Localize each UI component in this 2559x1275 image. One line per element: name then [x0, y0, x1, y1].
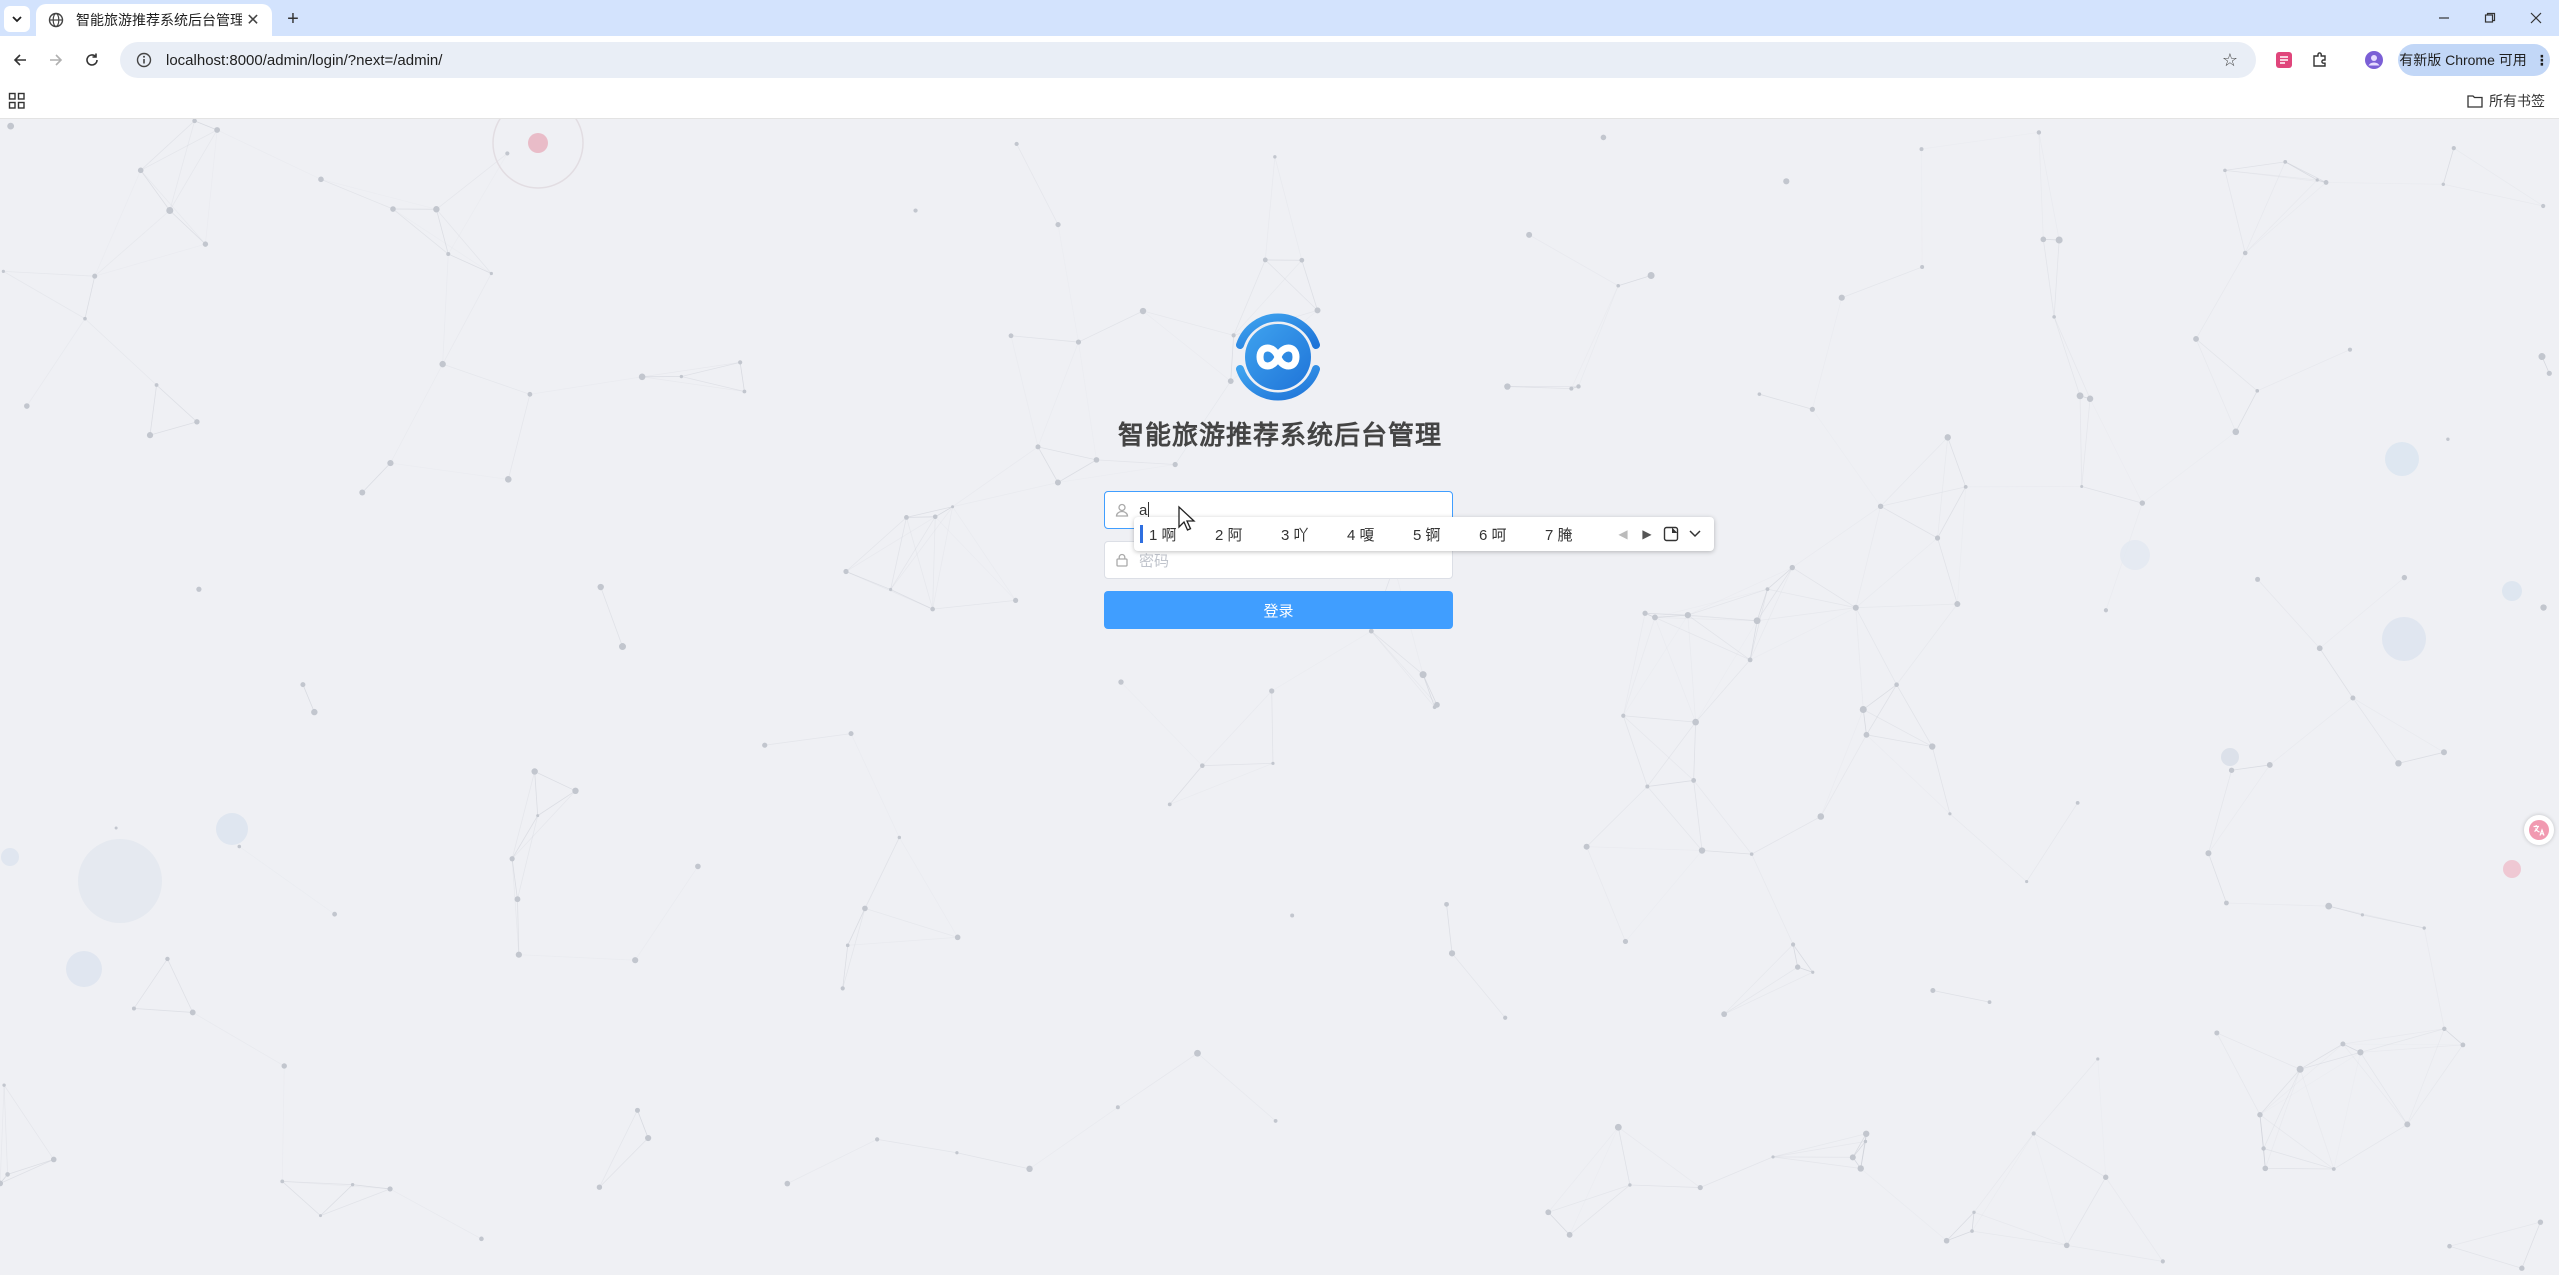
ime-candidate[interactable]: 6 呵 — [1479, 524, 1545, 545]
ime-prev-page-icon[interactable]: ◀ — [1611, 527, 1635, 541]
new-tab-button[interactable]: + — [280, 6, 306, 32]
translate-float-button[interactable] — [2524, 815, 2554, 845]
ime-candidate[interactable]: 3 吖 — [1281, 524, 1347, 545]
reload-icon[interactable] — [78, 46, 106, 74]
address-bar[interactable]: localhost:8000/admin/login/?next=/admin/… — [120, 42, 2256, 78]
chrome-update-button[interactable]: 有新版 Chrome 可用 ⋮ — [2398, 44, 2550, 76]
active-tab[interactable]: 智能旅游推荐系统后台管理-登 ✕ — [36, 4, 272, 36]
forward-icon[interactable] — [42, 46, 70, 74]
site-info-icon[interactable] — [134, 50, 154, 70]
restore-icon[interactable] — [2467, 4, 2513, 32]
login-page: 智能旅游推荐系统后台管理 a 密码 登录 1 啊 2 阿 3 吖 4 嗄 5 锕… — [0, 119, 2559, 1275]
tab-strip: 智能旅游推荐系统后台管理-登 ✕ + — [0, 0, 2559, 36]
chevron-down-icon — [12, 16, 22, 23]
password-placeholder: 密码 — [1139, 552, 1170, 570]
ime-candidate[interactable]: 5 锕 — [1413, 524, 1479, 545]
ime-sticker-icon[interactable] — [1659, 526, 1683, 542]
tab-title: 智能旅游推荐系统后台管理-登 — [76, 12, 242, 28]
site-logo — [1236, 313, 1320, 401]
tab-search-button[interactable] — [4, 6, 30, 32]
lock-icon — [1115, 552, 1131, 568]
ime-candidate[interactable]: 4 嗄 — [1347, 524, 1413, 545]
bookmarks-bar: 所有书签 — [0, 84, 2559, 119]
ime-selection-marker — [1140, 525, 1143, 543]
login-button[interactable]: 登录 — [1104, 591, 1453, 629]
translate-icon — [2529, 820, 2549, 840]
browser-toolbar: localhost:8000/admin/login/?next=/admin/… — [0, 36, 2559, 84]
globe-icon — [48, 11, 66, 29]
ime-candidate[interactable]: 7 腌 — [1545, 524, 1611, 545]
network-background — [0, 119, 2552, 1271]
back-icon[interactable] — [6, 46, 34, 74]
apps-grid-icon[interactable] — [8, 92, 26, 110]
tab-close-icon[interactable]: ✕ — [242, 9, 264, 31]
extension-red-icon[interactable] — [2272, 48, 2296, 72]
text-caret — [1148, 502, 1150, 518]
site-title: 智能旅游推荐系统后台管理 — [1117, 420, 1442, 450]
bookmark-star-icon[interactable]: ☆ — [2218, 48, 2242, 72]
all-bookmarks-folder[interactable]: 所有书签 — [2467, 91, 2545, 111]
url-text[interactable]: localhost:8000/admin/login/?next=/admin/ — [166, 52, 2218, 69]
window-close-icon[interactable] — [2513, 4, 2559, 32]
more-menu-icon[interactable]: ⋮ — [2535, 52, 2549, 69]
minimize-icon[interactable] — [2421, 4, 2467, 32]
ime-candidate-bar: 1 啊 2 阿 3 吖 4 嗄 5 锕 6 呵 7 腌 ◀ ▶ — [1134, 517, 1714, 551]
user-icon — [1115, 502, 1131, 518]
ime-expand-icon[interactable] — [1683, 529, 1707, 539]
ime-next-page-icon[interactable]: ▶ — [1635, 527, 1659, 541]
extensions-puzzle-icon[interactable] — [2308, 48, 2332, 72]
username-value: a — [1139, 501, 1148, 519]
update-label: 有新版 Chrome 可用 — [2399, 52, 2527, 68]
folder-icon — [2467, 94, 2483, 108]
profile-avatar[interactable] — [2362, 48, 2386, 72]
ime-candidate[interactable]: 2 阿 — [1215, 524, 1281, 545]
mouse-cursor-icon — [1178, 505, 1196, 531]
bookmarks-folder-label: 所有书签 — [2489, 93, 2545, 109]
